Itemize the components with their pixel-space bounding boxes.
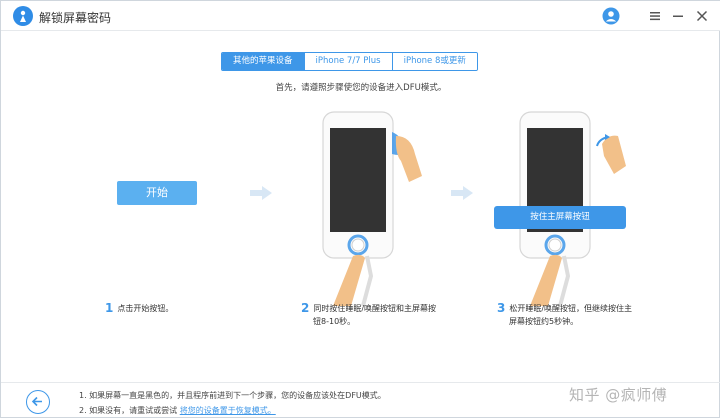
- start-button[interactable]: 开始: [117, 181, 197, 205]
- step-number: 3: [497, 301, 506, 315]
- step-text-continued: 屏幕按钮约5秒钟。: [509, 317, 579, 326]
- footer-note-2-text: 2. 如果没有，请重试或尝试: [79, 406, 178, 415]
- app-window: 解锁屏幕密码 其他的苹果设备 iPhone 7/7 Plus iPhone 8或…: [0, 0, 720, 418]
- footer-note-2: 2. 如果没有，请重试或尝试 将您的设备置于恢复模式。: [79, 405, 276, 416]
- watermark: 知乎 @疯师傅: [569, 386, 668, 404]
- app-title: 解锁屏幕密码: [39, 11, 112, 25]
- back-button[interactable]: [26, 390, 50, 414]
- step-number: 1: [105, 301, 114, 315]
- step-number: 2: [301, 301, 310, 315]
- tab-other-apple-devices[interactable]: 其他的苹果设备: [222, 53, 305, 70]
- phone-illustration-step2: [301, 106, 441, 307]
- tab-iphone-8-or-later[interactable]: iPhone 8或更新: [392, 53, 477, 70]
- hold-home-button-tooltip: 按住主屏幕按钮: [494, 206, 626, 229]
- instruction-text: 首先，请遵照步骤使您的设备进入DFU模式。: [275, 83, 447, 93]
- step-text-continued: 钮8-10秒。: [313, 317, 356, 326]
- arrow-right-icon: [451, 185, 473, 204]
- device-tabs: 其他的苹果设备 iPhone 7/7 Plus iPhone 8或更新: [221, 52, 478, 71]
- step-text: 点击开始按钮。: [117, 304, 174, 313]
- tab-iphone-7[interactable]: iPhone 7/7 Plus: [304, 53, 393, 70]
- step-2: 2 同时按住睡眠/唤醒按钮和主屏幕按 钮8-10秒。: [301, 302, 461, 328]
- title-bar: 解锁屏幕密码: [1, 1, 720, 31]
- footer-note-1: 1. 如果屏幕一直是黑色的，并且程序前进到下一个步骤，您的设备应该处在DFU模式…: [79, 391, 386, 400]
- back-arrow-icon: [31, 396, 42, 407]
- minimize-icon[interactable]: [669, 7, 687, 25]
- user-icon[interactable]: [602, 7, 620, 25]
- arrow-right-icon: [250, 185, 272, 204]
- step-1: 1 点击开始按钮。: [105, 302, 173, 315]
- step-text: 松开睡眠/唤醒按钮，但继续按住主: [509, 304, 633, 313]
- step-3: 3 松开睡眠/唤醒按钮，但继续按住主 屏幕按钮约5秒钟。: [497, 302, 667, 328]
- recovery-mode-link[interactable]: 将您的设备置于恢复模式。: [180, 406, 276, 415]
- menu-icon[interactable]: [646, 7, 664, 25]
- app-logo-icon: [13, 6, 33, 26]
- close-icon[interactable]: [693, 7, 711, 25]
- step-text: 同时按住睡眠/唤醒按钮和主屏幕按: [313, 304, 437, 313]
